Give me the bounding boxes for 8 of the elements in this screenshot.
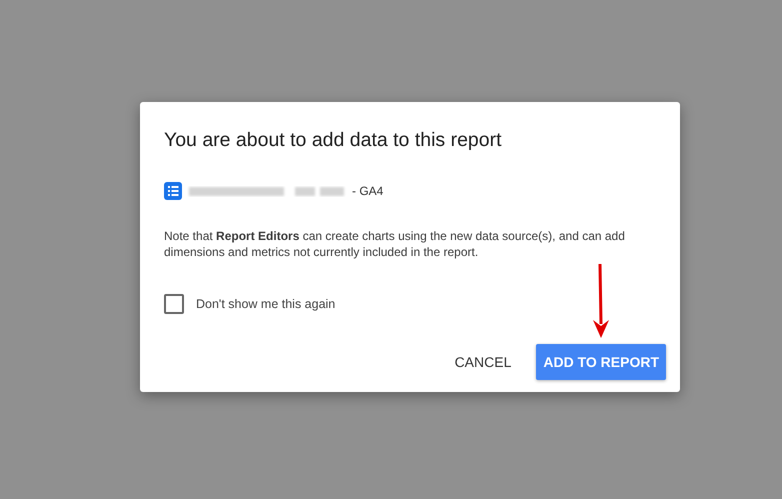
dialog-title: You are about to add data to this report bbox=[164, 128, 503, 152]
list-icon bbox=[164, 182, 182, 200]
note-text: Note that Report Editors can create charts using the new data source(s), and can add dimensions and metrics not currently included in the report. bbox=[164, 228, 626, 260]
add-to-report-button[interactable]: ADD TO REPORT bbox=[536, 344, 666, 380]
checkbox[interactable] bbox=[164, 294, 184, 314]
checkbox-label: Don't show me this again bbox=[196, 297, 336, 311]
data-source-name: - GA4 bbox=[352, 184, 384, 198]
cancel-button[interactable]: CANCEL bbox=[448, 344, 518, 380]
